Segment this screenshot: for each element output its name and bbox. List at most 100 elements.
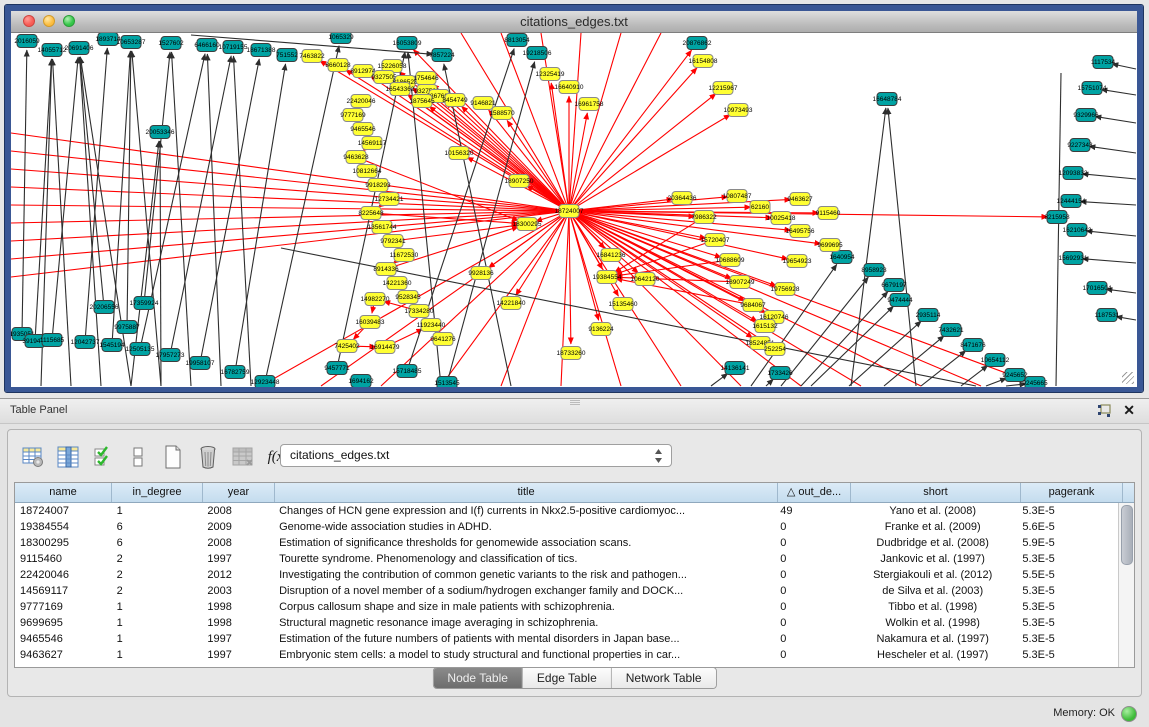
table-row[interactable]: 946362711997Embryonic stem cells: a mode… [15,647,1119,663]
network-node-yellow[interactable]: 8454749 [442,94,468,107]
table-cell[interactable]: 19384554 [15,519,112,535]
network-node-yellow[interactable]: 14221360 [383,277,412,290]
network-edge[interactable] [575,214,981,386]
table-selector-dropdown[interactable]: citations_edges.txt [280,444,672,467]
table-cell[interactable]: 0 [775,615,848,631]
network-node-teal[interactable]: 20053346 [146,126,175,139]
network-node-teal[interactable]: 9329966 [1073,109,1099,122]
table-cell[interactable]: 49 [775,503,848,519]
network-node-teal[interactable]: 16648784 [873,93,902,106]
table-cell[interactable]: 1998 [202,615,274,631]
network-edge[interactable] [80,57,103,300]
table-cell[interactable]: 5.3E-5 [1017,503,1119,519]
table-cell[interactable]: Genome-wide association studies in ADHD. [274,519,775,535]
table-cell[interactable]: 0 [775,551,848,567]
table-cell[interactable]: Tourette syndrome. Phenomenology and cla… [274,551,775,567]
table-cell[interactable]: Jankovic et al. (1997) [848,551,1017,567]
column-header-short[interactable]: short [851,483,1021,502]
network-edge[interactable] [766,379,773,386]
network-edge[interactable] [1095,116,1136,123]
network-edge[interactable] [1080,202,1136,205]
network-node-yellow[interactable]: 14569117 [358,137,387,150]
column-header-year[interactable]: year [203,483,275,502]
table-cell[interactable]: 0 [775,647,848,663]
network-edge[interactable] [407,94,563,207]
network-node-yellow[interactable]: 9115460 [816,207,841,220]
network-node-yellow[interactable]: 9528345 [395,291,421,304]
table-cell[interactable]: Structural magnetic resonance image aver… [274,615,775,631]
table-cell[interactable]: 1 [112,503,203,519]
table-row[interactable]: 2242004622012Investigating the contribut… [15,567,1119,583]
network-node-yellow[interactable]: 9777169 [340,109,366,122]
network-edge[interactable] [801,292,888,386]
network-node-teal[interactable]: 16782759 [221,366,250,379]
network-node-teal[interactable]: 17016504 [1083,282,1112,295]
network-node-teal[interactable]: 1733426 [767,367,793,380]
network-edge[interactable] [711,373,728,386]
table-cell[interactable]: 6 [112,519,203,535]
network-node-yellow[interactable]: 9792341 [380,235,406,248]
table-scrollbar-thumb[interactable] [1121,505,1133,565]
network-node-teal[interactable]: 20876862 [683,37,712,50]
network-node-teal[interactable]: 1117534 [1091,56,1116,69]
network-node-teal[interactable]: 6466160 [194,39,220,52]
network-node-teal[interactable]: 10719155 [219,41,248,54]
tab-network-table[interactable]: Network Table [612,668,716,688]
network-node-teal[interactable]: 19958107 [186,357,215,370]
network-edge[interactable] [267,46,340,375]
network-node-teal[interactable]: 7857224 [429,49,455,62]
network-node-teal[interactable]: 14055712 [38,44,67,57]
table-cell[interactable]: 0 [775,583,848,599]
column-header-title[interactable]: title [275,483,778,502]
delete-table-button[interactable] [195,444,221,470]
network-node-yellow[interactable]: 18733260 [557,347,586,360]
network-node-yellow[interactable]: 19384554 [593,271,622,284]
table-cell[interactable]: 9777169 [15,599,112,615]
network-node-yellow[interactable]: 7986322 [691,211,717,224]
network-node-teal[interactable]: 1187531 [1095,309,1120,322]
table-cell[interactable]: Disruption of a novel member of a sodium… [274,583,775,599]
network-node-yellow[interactable]: 7425402 [334,340,360,353]
table-cell[interactable]: 5.3E-5 [1017,647,1119,663]
network-node-yellow[interactable]: 16039483 [356,316,385,329]
network-node-teal[interactable]: 2935114 [916,309,941,322]
table-cell[interactable]: 0 [775,631,848,647]
create-table-button[interactable] [160,444,186,470]
table-scrollbar[interactable] [1118,503,1134,667]
network-node-teal[interactable]: 16053809 [393,37,422,50]
table-settings-button[interactable] [20,444,46,470]
network-node-yellow[interactable]: 10812664 [353,165,382,178]
network-node-teal[interactable]: 751552 [276,49,298,62]
network-node-yellow[interactable]: 1875645 [409,95,435,108]
table-cell[interactable]: 1997 [202,551,274,567]
network-node-yellow[interactable]: 9684067 [740,299,766,312]
table-cell[interactable]: 2008 [202,535,274,551]
delete-column-button-disabled[interactable] [230,444,256,470]
network-node-teal[interactable]: 15692931 [1059,252,1088,265]
splitter-handle[interactable] [570,400,580,405]
zoom-button[interactable] [63,15,75,27]
network-node-yellow[interactable]: 15720407 [701,234,730,247]
network-node-teal[interactable]: 1115685 [40,334,65,347]
tab-node-table[interactable]: Node Table [433,668,523,688]
table-cell[interactable]: 0 [775,567,848,583]
table-cell[interactable]: 0 [775,599,848,615]
network-node-yellow[interactable]: 252254 [764,343,786,356]
network-node-yellow[interactable]: 10973493 [724,104,753,117]
table-cell[interactable]: 2 [112,567,203,583]
network-edge[interactable] [22,50,27,327]
table-cell[interactable]: 1997 [202,647,274,663]
table-cell[interactable]: 1997 [202,631,274,647]
network-node-yellow[interactable]: 9463627 [787,193,813,206]
close-button[interactable] [23,15,35,27]
network-node-teal[interactable]: 14136141 [721,362,750,375]
table-row[interactable]: 969969511998Structural magnetic resonanc… [15,615,1119,631]
table-cell[interactable]: 9699695 [15,615,112,631]
network-node-teal[interactable]: 17957273 [156,349,185,362]
network-node-yellow[interactable]: 18907249 [726,276,755,289]
table-cell[interactable]: 1 [112,599,203,615]
network-node-teal[interactable]: 8471676 [960,339,986,352]
network-node-yellow[interactable]: 19654923 [783,255,812,268]
network-node-yellow[interactable]: 9918293 [365,179,391,192]
float-panel-icon[interactable] [1097,404,1111,417]
